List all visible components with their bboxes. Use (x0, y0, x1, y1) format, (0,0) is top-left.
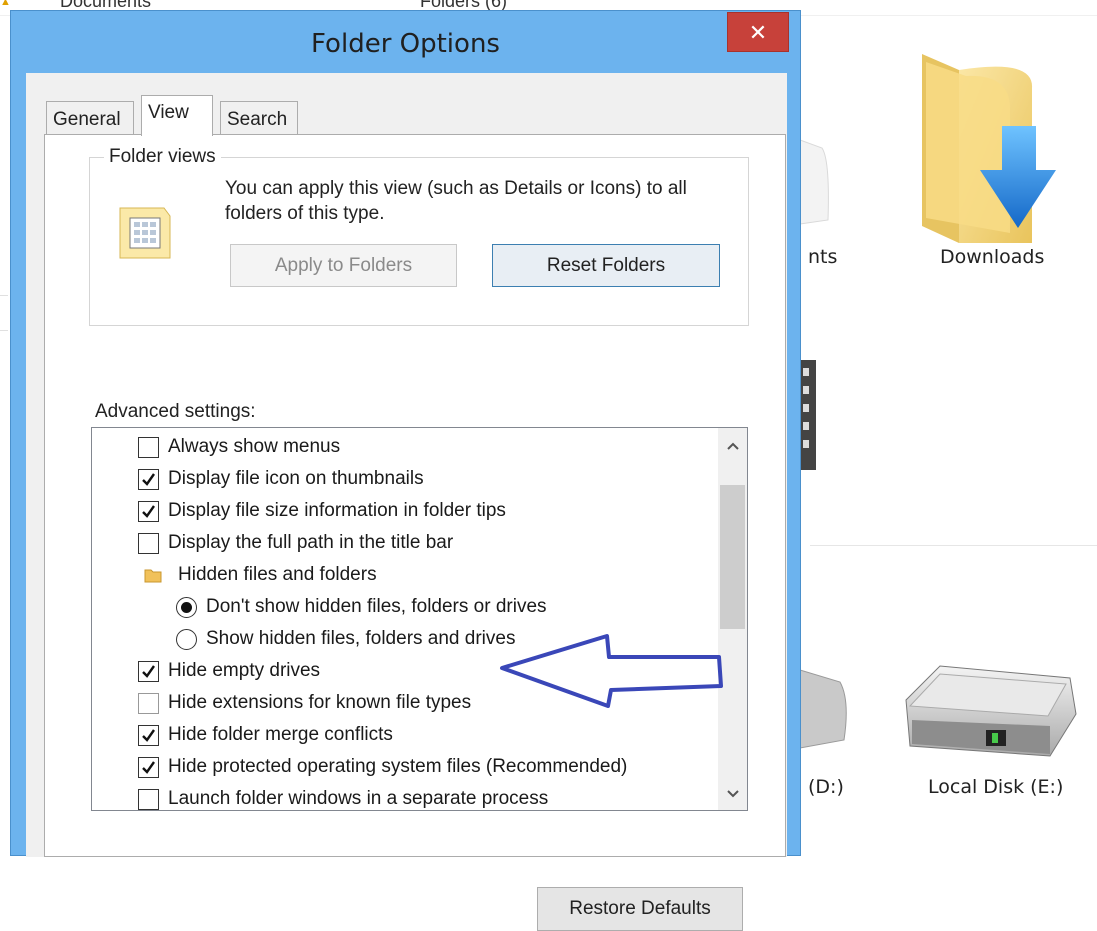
setting-label: Hide empty drives (168, 660, 321, 681)
setting-label: Hide folder merge conflicts (168, 724, 393, 745)
setting-label: Hide protected operating system files (R… (168, 756, 628, 777)
setting-display-file-size[interactable]: Display file size information in folder … (138, 495, 506, 527)
checkbox-checked[interactable] (138, 500, 159, 522)
folder-icon (144, 567, 162, 583)
scroll-down-arrow-icon[interactable] (718, 780, 747, 810)
dialog-title: Folder Options (311, 29, 500, 59)
checkbox[interactable] (138, 788, 159, 810)
setting-label: Display the full path in the title bar (168, 532, 454, 553)
tab-view[interactable]: View (141, 95, 213, 136)
tab-general[interactable]: General (46, 101, 134, 135)
setting-display-file-icon[interactable]: Display file icon on thumbnails (138, 463, 424, 495)
dialog-titlebar[interactable]: Folder Options ✕ (11, 11, 800, 75)
drive-d-icon[interactable] (799, 660, 850, 765)
view-tab-page: Folder views You can apply this view (su… (44, 134, 786, 931)
tab-search[interactable]: Search (220, 101, 298, 135)
setting-label: Display file size information in folder … (168, 500, 506, 521)
setting-launch-separate-process[interactable]: Launch folder windows in a separate proc… (138, 783, 549, 810)
folder-views-group: Folder views You can apply this view (su… (89, 146, 749, 326)
dialog-client-area: General View Search Folder views You can… (26, 73, 787, 931)
setting-hide-merge-conflicts[interactable]: Hide folder merge conflicts (138, 719, 393, 751)
setting-label: Hide extensions for known file types (168, 692, 472, 713)
setting-hide-empty-drives[interactable]: Hide empty drives (138, 655, 320, 687)
setting-label: Show hidden files, folders and drives (206, 628, 516, 649)
drive-d-label: (D:) (808, 776, 844, 798)
setting-show-hidden[interactable]: Show hidden files, folders and drives (176, 623, 515, 655)
checkbox[interactable] (138, 692, 159, 714)
scrollbar-thumb[interactable] (720, 485, 745, 629)
documents-folder-icon[interactable] (799, 120, 830, 230)
checkbox-checked[interactable] (138, 756, 159, 778)
setting-label: Launch folder windows in a separate proc… (168, 788, 549, 809)
checkbox-checked[interactable] (138, 468, 159, 490)
advanced-settings-list: Always show menus Display file icon on t… (91, 427, 748, 811)
folder-views-legend: Folder views (104, 146, 221, 168)
setting-label: Don't show hidden files, folders or driv… (206, 596, 547, 617)
advanced-settings-label: Advanced settings: (95, 401, 256, 422)
reset-folders-button[interactable]: Reset Folders (492, 244, 720, 287)
setting-dont-show-hidden[interactable]: Don't show hidden files, folders or driv… (176, 591, 547, 623)
checkbox-checked[interactable] (138, 724, 159, 746)
vertical-scrollbar[interactable] (718, 428, 747, 810)
drive-e-label: Local Disk (E:) (928, 776, 1064, 798)
setting-hide-protected-files[interactable]: Hide protected operating system files (R… (138, 751, 627, 783)
radio-selected[interactable] (176, 596, 197, 618)
folder-views-icon (116, 204, 176, 267)
setting-group-hidden-files: Hidden files and folders (144, 559, 377, 591)
warning-icon: ▲ (0, 0, 11, 8)
setting-display-full-path[interactable]: Display the full path in the title bar (138, 527, 453, 559)
folder-views-description: You can apply this view (such as Details… (225, 178, 687, 224)
downloads-label: Downloads (940, 246, 1045, 268)
radio[interactable] (176, 628, 197, 650)
checkbox[interactable] (138, 436, 159, 458)
setting-label: Always show menus (168, 436, 341, 457)
section-divider (810, 545, 1097, 546)
checkbox[interactable] (138, 532, 159, 554)
downloads-folder-icon[interactable] (914, 48, 1064, 253)
videos-folder-icon[interactable] (800, 360, 825, 505)
documents-label: nts (808, 246, 838, 268)
apply-to-folders-button[interactable]: Apply to Folders (230, 244, 457, 287)
folder-options-dialog: Folder Options ✕ General View Search Fol… (10, 10, 801, 931)
restore-defaults-button[interactable]: Restore Defaults (537, 887, 743, 931)
setting-label: Display file icon on thumbnails (168, 468, 424, 489)
scroll-up-arrow-icon[interactable] (718, 432, 747, 462)
setting-always-show-menus[interactable]: Always show menus (138, 431, 340, 463)
nav-pane-edge (0, 295, 8, 331)
drive-e-icon[interactable] (900, 660, 1080, 765)
checkbox-checked[interactable] (138, 660, 159, 682)
setting-label: Hidden files and folders (178, 564, 377, 585)
setting-hide-extensions[interactable]: Hide extensions for known file types (138, 687, 471, 719)
close-button[interactable]: ✕ (727, 12, 789, 52)
